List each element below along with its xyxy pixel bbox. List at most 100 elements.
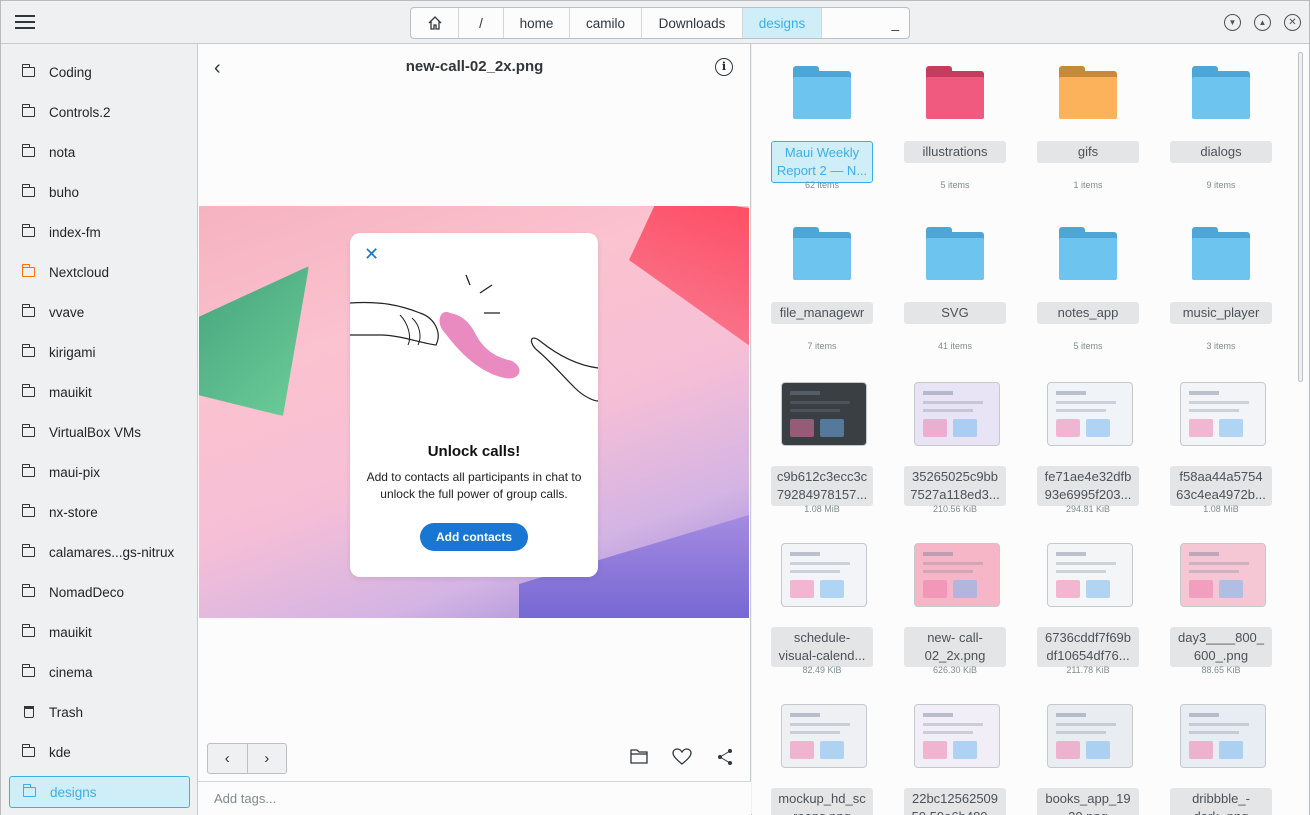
item-name: mockup_hd_sc reens.png	[771, 788, 873, 815]
file-item[interactable]: mockup_hd_sc reens.png	[753, 688, 873, 815]
breadcrumb-designs[interactable]: designs	[743, 8, 822, 38]
file-item[interactable]: c9b612c3ecc3c 79284978157... 1.08 MiB	[753, 366, 873, 526]
sidebar-item[interactable]: VirtualBox VMs	[9, 416, 190, 448]
image-thumbnail	[781, 543, 867, 607]
preview-image: ✕ Unlock calls! Add to contacts all part…	[199, 206, 749, 618]
folder-icon	[21, 224, 36, 238]
folder-icon	[1192, 227, 1250, 281]
sidebar-item[interactable]: calamares...gs-nitrux	[9, 536, 190, 568]
maximize-icon[interactable]: ▲	[1254, 14, 1271, 31]
sidebar-item[interactable]: nota	[9, 136, 190, 168]
scrollbar[interactable]	[1298, 52, 1303, 382]
file-item[interactable]: new- call-02_2x.png 626.30 KiB	[886, 527, 1006, 687]
item-details: 211.78 KiB	[1066, 665, 1110, 675]
breadcrumb-home[interactable]: home	[504, 8, 570, 38]
file-item[interactable]: 6736cddf7f69b df10654df76... 211.78 KiB	[1019, 527, 1139, 687]
image-thumbnail	[1047, 543, 1133, 607]
item-name: 35265025c9bb 7527a118ed3...	[904, 466, 1006, 506]
file-item[interactable]: f58aa44a5754 63c4ea4972b... 1.08 MiB	[1152, 366, 1272, 526]
sidebar-item-label: kde	[49, 744, 71, 760]
image-thumbnail	[1180, 382, 1266, 446]
info-icon[interactable]: i	[715, 58, 733, 76]
breadcrumb-root[interactable]: /	[459, 8, 504, 38]
sidebar-item[interactable]: index-fm	[9, 216, 190, 248]
sidebar-item[interactable]: mauikit	[9, 376, 190, 408]
item-details: 9 items	[1206, 180, 1236, 190]
sidebar-item[interactable]: maui-pix	[9, 456, 190, 488]
item-details: 41 items	[937, 341, 972, 351]
folder-item[interactable]: illustrations 5 items	[886, 44, 1006, 204]
item-name: schedule- visual-calend...	[771, 627, 873, 667]
item-name: file_managewr	[771, 302, 873, 324]
sidebar-item[interactable]: Controls.2	[9, 96, 190, 128]
sidebar-item-label: calamares...gs-nitrux	[49, 544, 175, 560]
file-item[interactable]: day3____800_ 600_.png 88.65 KiB	[1152, 527, 1272, 687]
folder-item[interactable]: music_player 3 items	[1152, 205, 1272, 365]
sidebar-item-label: kirigami	[49, 344, 96, 360]
item-name: f58aa44a5754 63c4ea4972b...	[1170, 466, 1272, 506]
item-details: 88.65 KiB	[1201, 665, 1241, 675]
item-details: 210.56 KiB	[932, 504, 978, 514]
next-icon[interactable]: ›	[248, 744, 287, 773]
sidebar-item[interactable]: Coding	[9, 56, 190, 88]
file-item[interactable]: books_app_19 20.png	[1019, 688, 1139, 815]
folder-item[interactable]: gifs 1 items	[1019, 44, 1139, 204]
item-name: books_app_19 20.png	[1037, 788, 1139, 815]
item-details: 294.81 KiB	[1065, 504, 1111, 514]
item-details: 3 items	[1206, 341, 1236, 351]
file-item[interactable]: dribbble_- dark-.png	[1152, 688, 1272, 815]
file-item[interactable]: schedule- visual-calend... 82.49 KiB	[753, 527, 873, 687]
sidebar-item[interactable]: kirigami	[9, 336, 190, 368]
sidebar-item[interactable]: kde	[9, 736, 190, 768]
folder-icon	[793, 66, 851, 120]
file-item[interactable]: 22bc12562509 59.59a6b480...	[886, 688, 1006, 815]
breadcrumb-downloads[interactable]: Downloads	[642, 8, 743, 38]
file-item[interactable]: fe71ae4e32dfb 93e6995f203... 294.81 KiB	[1019, 366, 1139, 526]
decorative-shape	[629, 206, 749, 356]
item-details: 5 items	[940, 180, 970, 190]
previous-icon[interactable]: ‹	[208, 744, 248, 773]
share-icon[interactable]	[716, 748, 736, 768]
item-name: 22bc12562509 59.59a6b480...	[904, 788, 1006, 815]
folder-icon	[1192, 66, 1250, 120]
folder-icon	[21, 344, 36, 358]
item-name: fe71ae4e32dfb 93e6995f203...	[1037, 466, 1139, 506]
folder-icon	[926, 66, 984, 120]
sidebar-item[interactable]: NomadDeco	[9, 576, 190, 608]
breadcrumb-camilo[interactable]: camilo	[570, 8, 642, 38]
trash-icon	[22, 706, 36, 718]
sidebar-item[interactable]: cinema	[9, 656, 190, 688]
tags-input[interactable]: Add tags...	[198, 781, 751, 815]
favorite-heart-icon[interactable]	[672, 748, 692, 768]
folder-item[interactable]: Maui Weekly Report 2 — N... 62 items	[753, 44, 873, 204]
folder-item[interactable]: dialogs 9 items	[1152, 44, 1272, 204]
sidebar-item[interactable]: mauikit	[9, 616, 190, 648]
folder-item[interactable]: notes_app 5 items	[1019, 205, 1139, 365]
folder-icon	[793, 227, 851, 281]
folder-icon	[1059, 227, 1117, 281]
file-item[interactable]: 35265025c9bb 7527a118ed3... 210.56 KiB	[886, 366, 1006, 526]
home-icon[interactable]	[411, 8, 459, 38]
item-name: c9b612c3ecc3c 79284978157...	[771, 466, 873, 506]
folder-icon	[926, 227, 984, 281]
sidebar-item-label: NomadDeco	[49, 584, 125, 600]
sidebar-item-label: mauikit	[49, 624, 92, 640]
sidebar-item[interactable]: vvave	[9, 296, 190, 328]
open-folder-icon[interactable]	[630, 748, 650, 768]
item-name: dialogs	[1170, 141, 1272, 163]
close-icon[interactable]: ✕	[1284, 14, 1301, 31]
path-edit-button[interactable]: _	[822, 8, 909, 38]
sidebar-item[interactable]: buho	[9, 176, 190, 208]
sidebar-item[interactable]: designs	[9, 776, 190, 808]
minimize-icon[interactable]: ▼	[1224, 14, 1241, 31]
sidebar-item[interactable]: Nextcloud	[9, 256, 190, 288]
sidebar-item[interactable]: Trash	[9, 696, 190, 728]
hamburger-menu-icon[interactable]	[13, 13, 37, 33]
sidebar-item-label: maui-pix	[49, 464, 101, 480]
sidebar-item[interactable]: nx-store	[9, 496, 190, 528]
folder-item[interactable]: SVG 41 items	[886, 205, 1006, 365]
folder-icon	[21, 544, 36, 558]
item-name: new- call-02_2x.png	[904, 627, 1006, 667]
folder-item[interactable]: file_managewr 7 items	[753, 205, 873, 365]
folder-icon	[22, 784, 37, 798]
